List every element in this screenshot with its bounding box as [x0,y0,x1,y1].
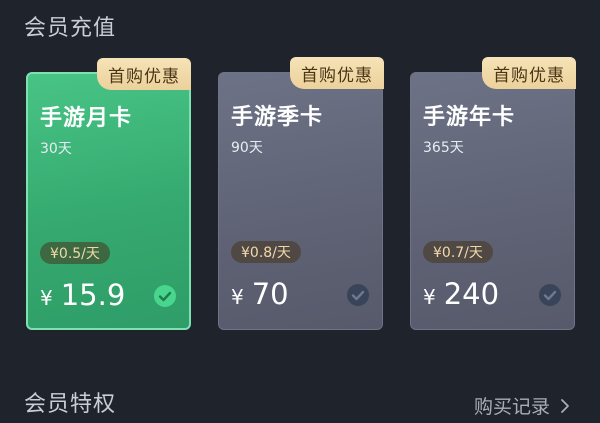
unselected-check-icon [347,284,369,306]
purchase-history-link[interactable]: 购买记录 [474,392,570,419]
plan-duration: 90天 [231,140,263,156]
plan-card-yearly[interactable]: 首购优惠 手游年卡 365天 ¥0.7/天 ¥ 240 [410,57,576,330]
plan-duration: 30天 [40,141,72,157]
price-amount: 240 [443,277,500,311]
plan-name: 手游季卡 [231,105,324,130]
plan-price: ¥ 240 [423,277,499,311]
plan-card-monthly[interactable]: 首购优惠 手游月卡 30天 ¥0.5/天 ¥ 15.9 [26,58,191,330]
plan-name: 手游月卡 [40,106,133,131]
chevron-right-icon [561,398,569,413]
currency-symbol: ¥ [40,286,53,310]
plan-card-quarterly[interactable]: 首购优惠 手游季卡 90天 ¥0.8/天 ¥ 70 [218,57,384,330]
currency-symbol: ¥ [231,285,244,309]
currency-symbol: ¥ [423,285,436,309]
purchase-history-label: 购买记录 [473,396,550,418]
daily-price-pill: ¥0.7/天 [423,241,493,263]
daily-price-pill: ¥0.5/天 [40,242,110,264]
first-purchase-badge: 首购优惠 [482,57,576,89]
section-title-recharge: 会员充值 [24,16,117,41]
plan-duration: 365天 [423,140,464,156]
first-purchase-badge: 首购优惠 [97,58,191,90]
selected-check-icon [154,285,176,307]
first-purchase-badge: 首购优惠 [290,57,384,89]
plan-price: ¥ 15.9 [40,278,125,312]
daily-price-pill: ¥0.8/天 [231,241,301,263]
price-amount: 70 [251,277,289,311]
section-title-privileges: 会员特权 [24,392,117,417]
plan-price: ¥ 70 [231,277,289,311]
plan-name: 手游年卡 [423,105,516,130]
unselected-check-icon [539,284,561,306]
price-amount: 15.9 [60,278,126,312]
